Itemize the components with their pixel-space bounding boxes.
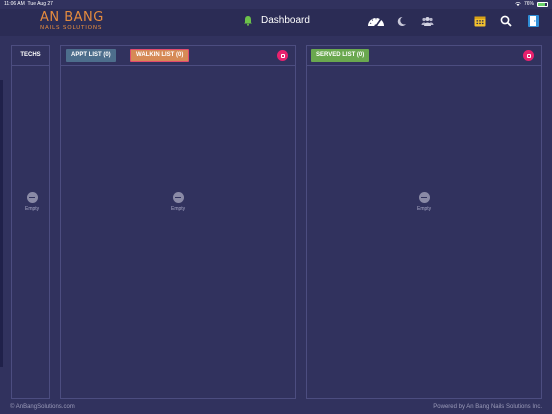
served-empty-state: Empty: [417, 192, 431, 212]
appt-empty-label: Empty: [171, 206, 186, 212]
footer: © AnBangSolutions.com Powered by An Bang…: [0, 401, 552, 414]
header-title-group: Dashboard: [243, 15, 310, 26]
tab-walkin-list[interactable]: WALKIN LIST (0): [130, 49, 190, 62]
square-icon: [280, 53, 285, 58]
techs-empty-state: Empty: [25, 192, 39, 212]
appt-empty-state: Empty: [171, 192, 185, 212]
served-panel-expand-button[interactable]: [523, 50, 534, 61]
speedometer-icon[interactable]: [366, 14, 386, 28]
techs-label: TECHS: [20, 52, 41, 58]
minus-circle-icon: [26, 192, 38, 203]
wifi-icon: [515, 2, 521, 6]
tab-served-list[interactable]: SERVED LIST (0): [311, 49, 370, 62]
served-panel-header: SERVED LIST (0): [307, 46, 541, 66]
search-icon[interactable]: [500, 15, 512, 27]
status-date-text: Tue Aug 27: [27, 1, 53, 7]
logo-main-text: AN BANG: [40, 10, 104, 25]
calendar-icon[interactable]: [474, 15, 486, 27]
minus-circle-icon: [418, 192, 430, 203]
status-time: 11:06 AM Tue Aug 27: [4, 1, 53, 7]
battery-icon: [537, 1, 548, 7]
minus-circle-icon: [172, 192, 184, 203]
footer-copyright: © AnBangSolutions.com: [10, 404, 75, 410]
battery-percent: 76%: [523, 1, 534, 7]
appt-panel-expand-button[interactable]: [277, 50, 288, 61]
footer-powered-by: Powered by An Bang Nails Solutions Inc.: [433, 404, 542, 410]
techs-panel: TECHS Empty: [11, 45, 50, 399]
bell-icon[interactable]: [243, 15, 253, 26]
techs-panel-header: TECHS: [12, 46, 49, 66]
left-edge-strip: [0, 80, 3, 367]
page-title: Dashboard: [261, 15, 310, 26]
served-empty-label: Empty: [417, 206, 432, 212]
logo-sub-text: NAILS SOLUTIONS: [40, 25, 103, 31]
exit-icon[interactable]: [527, 14, 540, 28]
square-icon: [526, 53, 531, 58]
tab-appt-list[interactable]: APPT LIST (0): [66, 49, 116, 62]
logo: AN BANG NAILS SOLUTIONS: [40, 11, 110, 32]
moon-icon[interactable]: [396, 16, 407, 27]
group-icon[interactable]: [421, 16, 434, 27]
status-time-text: 11:06 AM: [4, 1, 25, 7]
status-right: 76%: [515, 1, 548, 7]
techs-empty-label: Empty: [25, 206, 40, 212]
app-header: AN BANG NAILS SOLUTIONS Dashboard: [0, 9, 552, 36]
appt-walkin-panel: APPT LIST (0) WALKIN LIST (0) Empty: [60, 45, 296, 399]
served-panel: SERVED LIST (0) Empty: [306, 45, 542, 399]
appt-panel-header: APPT LIST (0) WALKIN LIST (0): [61, 46, 295, 66]
status-bar: 11:06 AM Tue Aug 27 76%: [0, 0, 552, 9]
